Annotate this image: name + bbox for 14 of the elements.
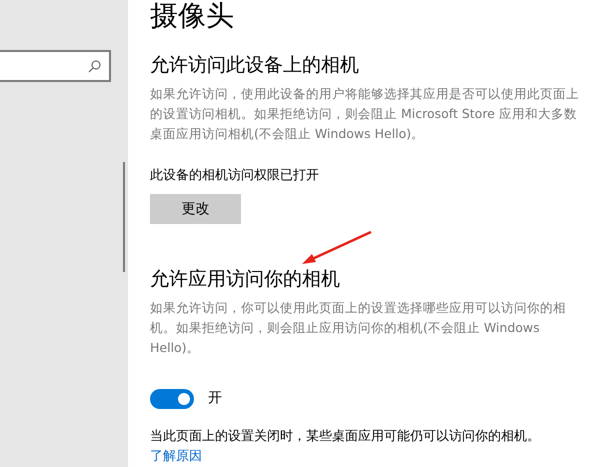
note-text: 当此页面上的设置关闭时，某些桌面应用可能仍可以访问你的相机。 了解原因	[150, 428, 541, 466]
section-description: 如果允许访问，使用此设备的用户将能够选择其应用是否可以使用此页面上的设置访问相机。如果拒绝访问，则会阻止 Microsoft Store 应用和大多数桌面应用访问相机(不会阻止 Windows Hello)。	[150, 85, 580, 143]
learn-why-link[interactable]: 了解原因	[150, 449, 202, 464]
section-heading: 允许应用访问你的相机	[150, 267, 341, 292]
status-text: 此设备的相机访问权限已打开	[150, 167, 320, 185]
search-field[interactable]	[0, 50, 111, 82]
change-button[interactable]: 更改	[150, 194, 241, 224]
toggle-switch[interactable]	[150, 388, 194, 408]
toggle-label: 开	[208, 389, 222, 408]
page-title: 摄像头	[150, 0, 235, 34]
scrollbar[interactable]	[123, 162, 125, 272]
section-heading: 允许访问此设备上的相机	[150, 53, 360, 78]
search-icon	[88, 60, 101, 72]
section-description: 如果允许访问，你可以使用此页面上的设置选择哪些应用可以访问你的相机。如果拒绝访问，则会阻止应用访问你的相机(不会阻止 Windows Hello)。	[150, 299, 567, 357]
